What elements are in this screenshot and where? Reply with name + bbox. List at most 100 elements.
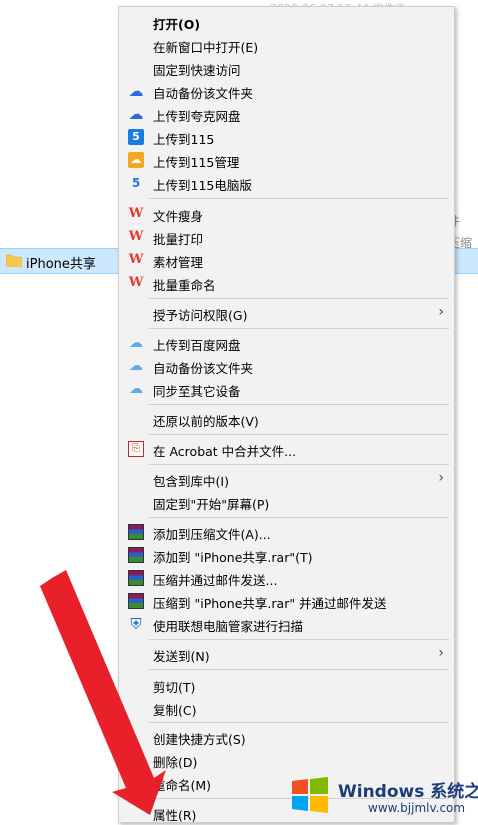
menu-item-grant-access[interactable]: 授予访问权限(G) › <box>119 302 454 325</box>
menu-item-label: 批量打印 <box>153 232 204 247</box>
menu-item-pin-start[interactable]: 固定到"开始"屏幕(P) <box>119 491 454 514</box>
menu-item-label: 固定到"开始"屏幕(P) <box>153 497 270 512</box>
menu-item-label: 创建快捷方式(S) <box>153 732 246 747</box>
menu-item-label: 同步至其它设备 <box>153 384 241 399</box>
menu-item-restore-versions[interactable]: 还原以前的版本(V) <box>119 408 454 431</box>
menu-item-add-archive[interactable]: 添加到压缩文件(A)... <box>119 521 454 544</box>
menu-item-label: 包含到库中(I) <box>153 474 229 489</box>
menu-separator <box>149 669 449 670</box>
menu-item-label: 批量重命名 <box>153 278 216 293</box>
menu-item-label: 上传到百度网盘 <box>153 338 241 353</box>
menu-item-add-to-rar[interactable]: 添加到 "iPhone共享.rar"(T) <box>119 544 454 567</box>
menu-item-label: 删除(D) <box>153 755 198 770</box>
menu-item-label: 文件瘦身 <box>153 209 204 224</box>
menu-item-delete[interactable]: 删除(D) <box>119 749 454 772</box>
menu-separator <box>149 328 449 329</box>
menu-item-label: 添加到 "iPhone共享.rar"(T) <box>153 550 313 565</box>
menu-item-upload-115-manage[interactable]: ☁ 上传到115管理 <box>119 149 454 172</box>
wps-icon: W <box>128 275 144 290</box>
menu-item-upload-baidu[interactable]: ☁ 上传到百度网盘 <box>119 332 454 355</box>
115-pc-icon: 5 <box>131 176 141 190</box>
menu-item-auto-backup-baidu[interactable]: ☁ 自动备份该文件夹 <box>119 355 454 378</box>
menu-item-label: 上传到115管理 <box>153 155 240 170</box>
cloud-icon: ☁ <box>128 82 144 100</box>
menu-item-compress-email[interactable]: 压缩并通过邮件发送... <box>119 567 454 590</box>
menu-item-copy[interactable]: 复制(C) <box>119 697 454 720</box>
watermark: Windows 系统之家 www.bjjmlv.com <box>288 771 478 821</box>
menu-item-label: 自动备份该文件夹 <box>153 361 254 376</box>
menu-item-label: 发送到(N) <box>153 649 210 664</box>
menu-item-label: 自动备份该文件夹 <box>153 86 254 101</box>
menu-item-label: 重命名(M) <box>153 778 212 793</box>
watermark-url: www.bjjmlv.com <box>368 801 466 815</box>
menu-item-compress-rar-email[interactable]: 压缩到 "iPhone共享.rar" 并通过邮件发送 <box>119 590 454 613</box>
menu-item-open-new-window[interactable]: 在新窗口中打开(E) <box>119 34 454 57</box>
menu-item-upload-115[interactable]: 5 上传到115 <box>119 126 454 149</box>
menu-item-cut[interactable]: 剪切(T) <box>119 674 454 697</box>
acrobat-icon: ⎘ <box>128 441 144 457</box>
folder-icon <box>6 254 22 267</box>
winrar-icon <box>128 524 144 540</box>
baidu-cloud-icon: ☁ <box>129 358 143 374</box>
winrar-icon <box>128 547 144 563</box>
menu-item-upload-115-pc[interactable]: 5 上传到115电脑版 <box>119 172 454 195</box>
menu-item-label: 素材管理 <box>153 255 204 270</box>
menu-item-label: 属性(R) <box>153 808 197 823</box>
menu-item-send-to[interactable]: 发送到(N) › <box>119 643 454 666</box>
menu-separator <box>149 298 449 299</box>
wps-icon: W <box>128 252 144 267</box>
menu-item-upload-quark[interactable]: ☁ 上传到夸克网盘 <box>119 103 454 126</box>
menu-item-acrobat-combine[interactable]: ⎘ 在 Acrobat 中合并文件... <box>119 438 454 461</box>
menu-separator <box>149 464 449 465</box>
menu-item-lenovo-scan[interactable]: ⛨ 使用联想电脑管家进行扫描 <box>119 613 454 636</box>
context-menu: 打开(O) 在新窗口中打开(E) 固定到快速访问 ☁ 自动备份该文件夹 ☁ 上传… <box>118 6 455 823</box>
menu-separator <box>149 517 449 518</box>
menu-item-label: 使用联想电脑管家进行扫描 <box>153 619 304 634</box>
menu-separator <box>149 639 449 640</box>
menu-item-file-slim[interactable]: W 文件瘦身 <box>119 203 454 226</box>
menu-item-pin-quick-access[interactable]: 固定到快速访问 <box>119 57 454 80</box>
menu-item-label: 固定到快速访问 <box>153 63 241 78</box>
menu-item-create-shortcut[interactable]: 创建快捷方式(S) <box>119 726 454 749</box>
baidu-cloud-icon: ☁ <box>129 381 143 397</box>
115-manage-icon: ☁ <box>128 152 144 168</box>
watermark-brand: Windows 系统之家 <box>338 782 478 802</box>
menu-item-label: 在新窗口中打开(E) <box>153 40 259 55</box>
folder-name: iPhone共享 <box>26 257 96 272</box>
menu-item-label: 上传到115电脑版 <box>153 178 252 193</box>
wps-icon: W <box>128 206 144 221</box>
menu-separator <box>149 722 449 723</box>
menu-item-include-library[interactable]: 包含到库中(I) › <box>119 468 454 491</box>
menu-item-sync-devices[interactable]: ☁ 同步至其它设备 <box>119 378 454 401</box>
lenovo-shield-icon: ⛨ <box>130 615 142 633</box>
winrar-icon <box>128 570 144 586</box>
menu-item-label: 添加到压缩文件(A)... <box>153 527 271 542</box>
menu-item-label: 压缩并通过邮件发送... <box>153 573 278 588</box>
chevron-right-icon: › <box>438 470 444 486</box>
cloud-icon: ☁ <box>128 105 144 123</box>
menu-item-batch-rename[interactable]: W 批量重命名 <box>119 272 454 295</box>
chevron-right-icon: › <box>438 645 444 661</box>
wps-icon: W <box>128 229 144 244</box>
baidu-cloud-icon: ☁ <box>129 335 143 351</box>
menu-item-label: 剪切(T) <box>153 680 196 695</box>
menu-separator <box>149 198 449 199</box>
windows-logo-icon <box>292 777 328 813</box>
menu-item-label: 打开(O) <box>153 17 201 32</box>
chevron-right-icon: › <box>438 304 444 320</box>
menu-item-label: 压缩到 "iPhone共享.rar" 并通过邮件发送 <box>153 596 387 611</box>
explorer-background <box>0 0 118 821</box>
115-icon: 5 <box>128 129 144 145</box>
menu-item-label: 上传到115 <box>153 132 215 147</box>
menu-separator <box>149 404 449 405</box>
menu-item-label: 在 Acrobat 中合并文件... <box>153 444 297 459</box>
menu-separator <box>149 434 449 435</box>
menu-item-material-manage[interactable]: W 素材管理 <box>119 249 454 272</box>
menu-item-label: 复制(C) <box>153 703 197 718</box>
menu-item-auto-backup-quark[interactable]: ☁ 自动备份该文件夹 <box>119 80 454 103</box>
menu-item-label: 授予访问权限(G) <box>153 308 248 323</box>
menu-item-open[interactable]: 打开(O) <box>119 11 454 34</box>
menu-item-batch-print[interactable]: W 批量打印 <box>119 226 454 249</box>
menu-item-label: 上传到夸克网盘 <box>153 109 241 124</box>
menu-item-label: 还原以前的版本(V) <box>153 414 259 429</box>
